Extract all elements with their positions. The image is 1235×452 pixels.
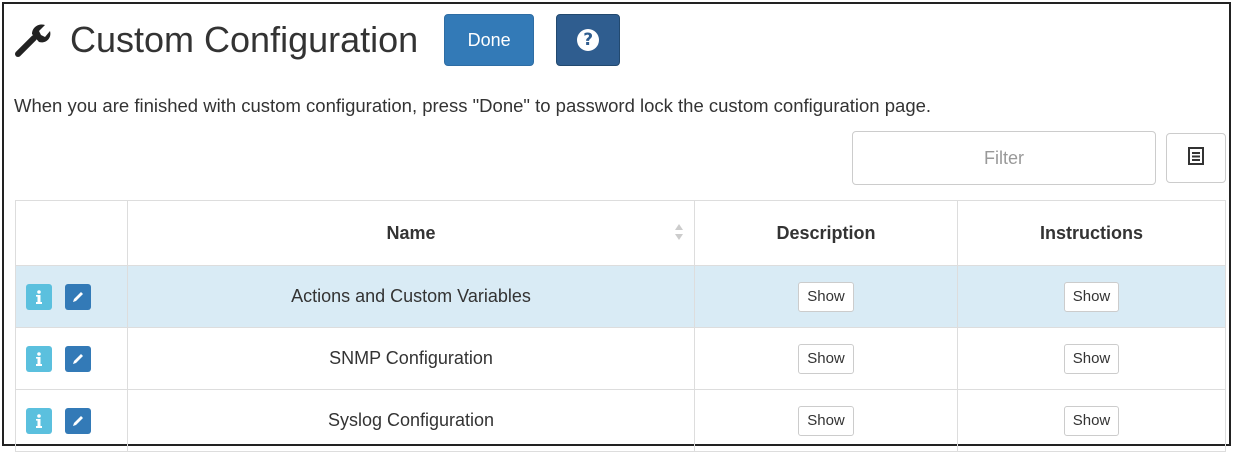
column-toggle-button[interactable]	[1166, 133, 1226, 183]
help-button[interactable]: ?	[556, 14, 621, 66]
pencil-icon	[73, 353, 83, 364]
table-header-row: Name Description Instructions	[15, 200, 1226, 266]
row-description: Show	[694, 389, 958, 452]
row-name: Syslog Configuration	[127, 389, 695, 452]
question-circle-icon: ?	[577, 29, 600, 51]
instructions-text: When you are finished with custom config…	[14, 95, 932, 116]
show-instructions-button[interactable]: Show	[1063, 405, 1120, 436]
row-instructions: Show	[957, 327, 1226, 390]
edit-button[interactable]	[65, 345, 91, 372]
row-description: Show	[694, 265, 958, 328]
sort-icon	[674, 223, 684, 246]
column-header-name[interactable]: Name	[127, 200, 695, 266]
show-instructions-button[interactable]: Show	[1063, 281, 1120, 312]
row-name: SNMP Configuration	[127, 327, 695, 390]
done-button[interactable]: Done	[444, 14, 535, 66]
info-icon	[36, 413, 42, 428]
show-description-button[interactable]: Show	[798, 405, 854, 436]
row-actions	[15, 265, 128, 328]
table-row[interactable]: Syslog Configuration Show Show	[15, 389, 1226, 452]
column-header-instructions[interactable]: Instructions	[957, 200, 1226, 266]
page-title: Custom Configuration	[70, 19, 419, 60]
info-button[interactable]	[26, 283, 52, 310]
wrench-icon	[12, 20, 52, 60]
row-instructions: Show	[957, 389, 1226, 452]
filter-input[interactable]	[852, 131, 1156, 185]
configuration-table: Name Description Instructions Actions an…	[15, 200, 1226, 452]
pencil-icon	[73, 415, 83, 426]
row-actions	[15, 389, 128, 452]
edit-button[interactable]	[65, 407, 91, 434]
show-description-button[interactable]: Show	[798, 343, 854, 374]
column-header-description[interactable]: Description	[694, 200, 958, 266]
info-icon	[36, 351, 42, 366]
info-icon	[36, 289, 42, 304]
show-instructions-button[interactable]: Show	[1063, 343, 1120, 374]
info-button[interactable]	[26, 407, 52, 434]
show-description-button[interactable]: Show	[798, 281, 854, 312]
row-name: Actions and Custom Variables	[127, 265, 695, 328]
column-header-actions	[15, 200, 128, 266]
column-header-name-label: Name	[386, 222, 436, 243]
pencil-icon	[73, 291, 83, 302]
row-instructions: Show	[957, 265, 1226, 328]
page-header: Custom Configuration Done ?	[12, 12, 621, 68]
row-actions	[15, 327, 128, 390]
table-row[interactable]: SNMP Configuration Show Show	[15, 327, 1226, 390]
list-icon	[1188, 146, 1204, 170]
info-button[interactable]	[26, 345, 52, 372]
edit-button[interactable]	[65, 283, 91, 310]
row-description: Show	[694, 327, 958, 390]
table-row[interactable]: Actions and Custom Variables Show Show	[15, 265, 1226, 328]
